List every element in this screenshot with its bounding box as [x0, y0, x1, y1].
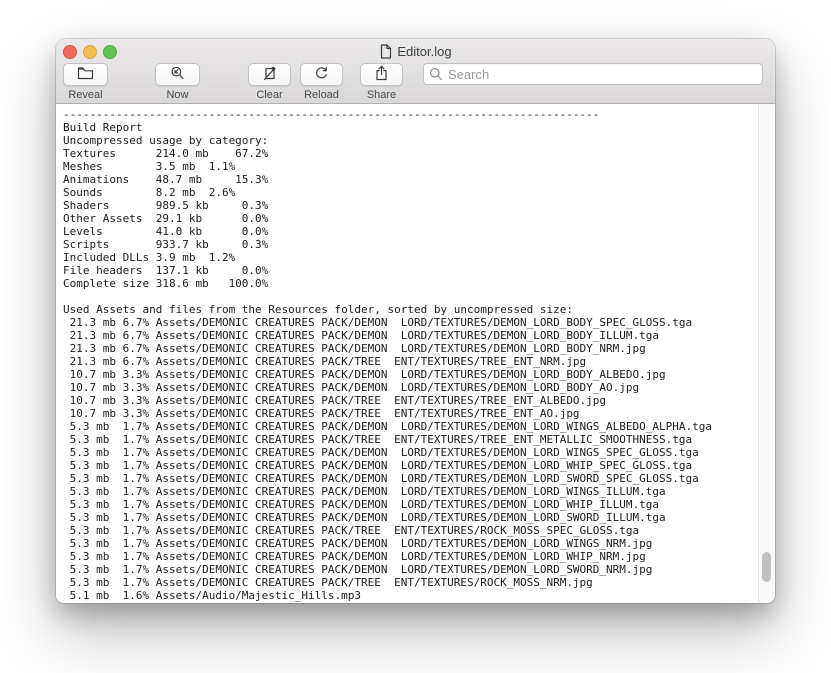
now-button[interactable] [155, 63, 200, 86]
search-field-wrap [423, 63, 763, 85]
search-input[interactable] [423, 63, 763, 85]
console-window: Editor.log Reveal [56, 39, 775, 603]
window-header: Editor.log Reveal [56, 39, 775, 104]
share-label: Share [367, 89, 396, 101]
clear-icon [262, 66, 278, 84]
tool-share: Share [360, 63, 403, 101]
tool-clear: Clear [248, 63, 291, 101]
tool-now: Now [155, 63, 200, 101]
log-text: ----------------------------------------… [56, 104, 775, 602]
folder-icon [77, 66, 94, 83]
desktop: { "window": { "title": "Editor.log" }, "… [0, 0, 831, 673]
reload-button[interactable] [300, 63, 343, 86]
share-icon [374, 65, 389, 84]
vertical-scrollbar[interactable] [758, 104, 775, 603]
tool-reload: Reload [300, 63, 343, 101]
reveal-label: Reveal [68, 89, 102, 101]
share-button[interactable] [360, 63, 403, 86]
tool-reveal: Reveal [63, 63, 108, 101]
document-icon [379, 44, 392, 59]
reload-label: Reload [304, 89, 339, 101]
reveal-button[interactable] [63, 63, 108, 86]
scrollbar-thumb[interactable] [762, 552, 771, 582]
scroll-to-now-icon [170, 66, 185, 84]
reload-icon [314, 66, 329, 84]
window-title: Editor.log [397, 44, 451, 59]
now-label: Now [166, 89, 188, 101]
clear-label: Clear [256, 89, 282, 101]
log-content-area[interactable]: ----------------------------------------… [56, 104, 775, 603]
titlebar: Editor.log [56, 42, 775, 60]
clear-button[interactable] [248, 63, 291, 86]
